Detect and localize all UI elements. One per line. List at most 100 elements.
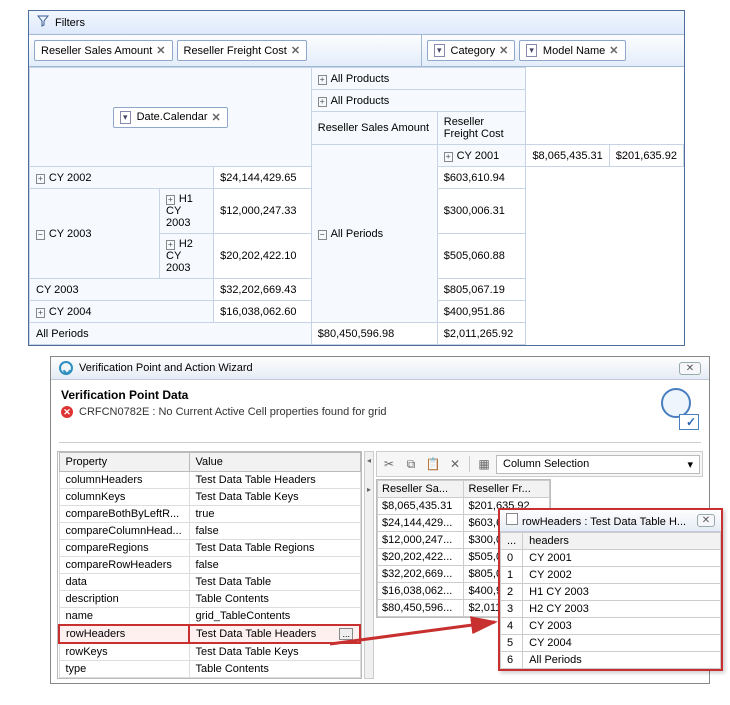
chip-model-name[interactable]: ▾Model Name✕ xyxy=(519,40,625,61)
error-icon: ✕ xyxy=(61,406,73,418)
property-row[interactable]: compareRowHeadersfalse xyxy=(59,557,360,574)
col-header-freight[interactable]: Reseller Freight Cost xyxy=(437,112,526,145)
mini-col-freight[interactable]: Reseller Fr... xyxy=(464,481,550,498)
col-all-products[interactable]: +All Products xyxy=(311,90,526,112)
row-all-periods[interactable]: −All Periods xyxy=(311,145,437,323)
filters-title: Filters xyxy=(55,17,85,29)
chip-remove-icon[interactable]: ✕ xyxy=(499,44,508,57)
property-row[interactable]: descriptionTable Contents xyxy=(59,591,360,608)
popup-titlebar[interactable]: rowHeaders : Test Data Table H... ✕ xyxy=(500,510,721,532)
collapse-icon[interactable]: − xyxy=(318,230,327,240)
chip-remove-icon[interactable]: ✕ xyxy=(609,44,618,57)
chip-reseller-sales[interactable]: Reseller Sales Amount✕ xyxy=(34,40,173,61)
table-row[interactable]: 0CY 2001 xyxy=(501,550,721,567)
copy-button[interactable]: ⧉ xyxy=(401,454,421,474)
property-row[interactable]: namegrid_TableContents xyxy=(59,608,360,626)
expand-icon[interactable]: + xyxy=(36,174,45,184)
grid-options-button[interactable]: ▦ xyxy=(474,454,494,474)
cut-button[interactable]: ✂ xyxy=(379,454,399,474)
row-header: CY 2004 xyxy=(523,635,721,652)
col-all-products[interactable]: +All Products xyxy=(311,68,526,90)
popup-close-button[interactable]: ✕ xyxy=(697,514,715,527)
cell: $8,065,435.31 xyxy=(378,498,464,515)
chip-category[interactable]: ▾Category✕ xyxy=(427,40,515,61)
ellipsis-button[interactable]: ... xyxy=(339,628,353,640)
property-table[interactable]: PropertyValue columnHeadersTest Data Tab… xyxy=(57,451,362,679)
prop-name: columnKeys xyxy=(59,489,189,506)
property-row[interactable]: compareColumnHead...false xyxy=(59,523,360,540)
prop-value: true xyxy=(189,506,360,523)
table-row[interactable]: 6All Periods xyxy=(501,652,721,669)
toolbar: ✂ ⧉ 📋 ✕ ▦ Column Selection▾ xyxy=(376,451,703,477)
property-row[interactable]: columnKeysTest Data Table Keys xyxy=(59,489,360,506)
prop-value: false xyxy=(189,523,360,540)
table-row[interactable]: 2H1 CY 2003 xyxy=(501,584,721,601)
row-cy2001[interactable]: +CY 2001 xyxy=(437,145,526,167)
expand-icon[interactable]: + xyxy=(318,75,327,85)
expand-icon[interactable]: + xyxy=(318,97,327,107)
funnel-icon: ▾ xyxy=(526,44,537,57)
row-h2-2003[interactable]: +H2 CY 2003 xyxy=(160,234,214,279)
row-h1-2003[interactable]: +H1 CY 2003 xyxy=(160,189,214,234)
section-heading: Verification Point Data xyxy=(61,388,387,402)
expand-icon[interactable]: + xyxy=(166,195,175,205)
table-row[interactable]: 5CY 2004 xyxy=(501,635,721,652)
chip-date-calendar[interactable]: ▾Date.Calendar✕ xyxy=(113,107,228,128)
col-property[interactable]: Property xyxy=(59,453,189,472)
paste-button[interactable]: 📋 xyxy=(423,454,443,474)
mini-col-sales[interactable]: Reseller Sa... xyxy=(378,481,464,498)
chip-remove-icon[interactable]: ✕ xyxy=(291,44,300,57)
cell: $300,006.31 xyxy=(437,189,526,234)
col-header-sales[interactable]: Reseller Sales Amount xyxy=(311,112,437,145)
row-cy2004[interactable]: +CY 2004 xyxy=(30,301,214,323)
popup-col-headers[interactable]: headers xyxy=(523,533,721,550)
chip-reseller-freight[interactable]: Reseller Freight Cost✕ xyxy=(177,40,308,61)
dialog-titlebar[interactable]: Verification Point and Action Wizard ✕ xyxy=(51,357,709,380)
property-row[interactable]: compareRegionsTest Data Table Regions xyxy=(59,540,360,557)
row-index: 1 xyxy=(501,567,523,584)
close-button[interactable]: ✕ xyxy=(679,362,701,375)
property-row[interactable]: typeTable Contents xyxy=(59,661,360,678)
chip-remove-icon[interactable]: ✕ xyxy=(212,111,221,124)
collapse-icon[interactable]: − xyxy=(36,230,45,240)
prop-name: columnHeaders xyxy=(59,472,189,489)
pivot-table: ▾Date.Calendar✕ +All Products +All Produ… xyxy=(29,67,684,345)
table-row[interactable]: 3H2 CY 2003 xyxy=(501,601,721,618)
property-row[interactable]: rowHeadersTest Data Table Headers... xyxy=(59,625,360,643)
row-grand-total[interactable]: All Periods xyxy=(30,323,312,345)
error-message: ✕ CRFCN0782E : No Current Active Cell pr… xyxy=(61,406,387,418)
property-row[interactable]: rowKeysTest Data Table Keys xyxy=(59,643,360,661)
prop-name: compareRowHeaders xyxy=(59,557,189,574)
column-selection-dropdown[interactable]: Column Selection▾ xyxy=(496,455,700,474)
prop-value: Test Data Table Keys xyxy=(189,489,360,506)
cell: $32,202,669.43 xyxy=(214,279,312,301)
rowheaders-popup[interactable]: rowHeaders : Test Data Table H... ✕ ...h… xyxy=(498,508,723,671)
prop-name: compareRegions xyxy=(59,540,189,557)
expand-icon[interactable]: + xyxy=(444,152,453,162)
row-index: 5 xyxy=(501,635,523,652)
prop-value: Test Data Table Headers... xyxy=(189,625,360,643)
row-index: 2 xyxy=(501,584,523,601)
table-row[interactable]: 1CY 2002 xyxy=(501,567,721,584)
expand-icon[interactable]: + xyxy=(36,308,45,318)
property-row[interactable]: compareBothByLeftR...true xyxy=(59,506,360,523)
table-row[interactable]: 4CY 2003 xyxy=(501,618,721,635)
popup-col-index[interactable]: ... xyxy=(501,533,523,550)
chip-remove-icon[interactable]: ✕ xyxy=(156,44,165,57)
funnel-icon: ▾ xyxy=(434,44,445,57)
col-value[interactable]: Value xyxy=(189,453,360,472)
prop-name: compareColumnHead... xyxy=(59,523,189,540)
row-cy2003-total[interactable]: CY 2003 xyxy=(30,279,214,301)
row-cy2002[interactable]: +CY 2002 xyxy=(30,167,214,189)
row-index: 3 xyxy=(501,601,523,618)
expand-icon[interactable]: + xyxy=(166,240,175,250)
prop-name: rowKeys xyxy=(59,643,189,661)
prop-name: compareBothByLeftR... xyxy=(59,506,189,523)
property-row[interactable]: dataTest Data Table xyxy=(59,574,360,591)
row-header: CY 2001 xyxy=(523,550,721,567)
delete-button[interactable]: ✕ xyxy=(445,454,465,474)
splitter[interactable]: ◂▸ xyxy=(364,451,374,679)
property-row[interactable]: columnHeadersTest Data Table Headers xyxy=(59,472,360,489)
row-cy2003[interactable]: −CY 2003 xyxy=(30,189,160,279)
cell: $80,450,596.98 xyxy=(311,323,437,345)
